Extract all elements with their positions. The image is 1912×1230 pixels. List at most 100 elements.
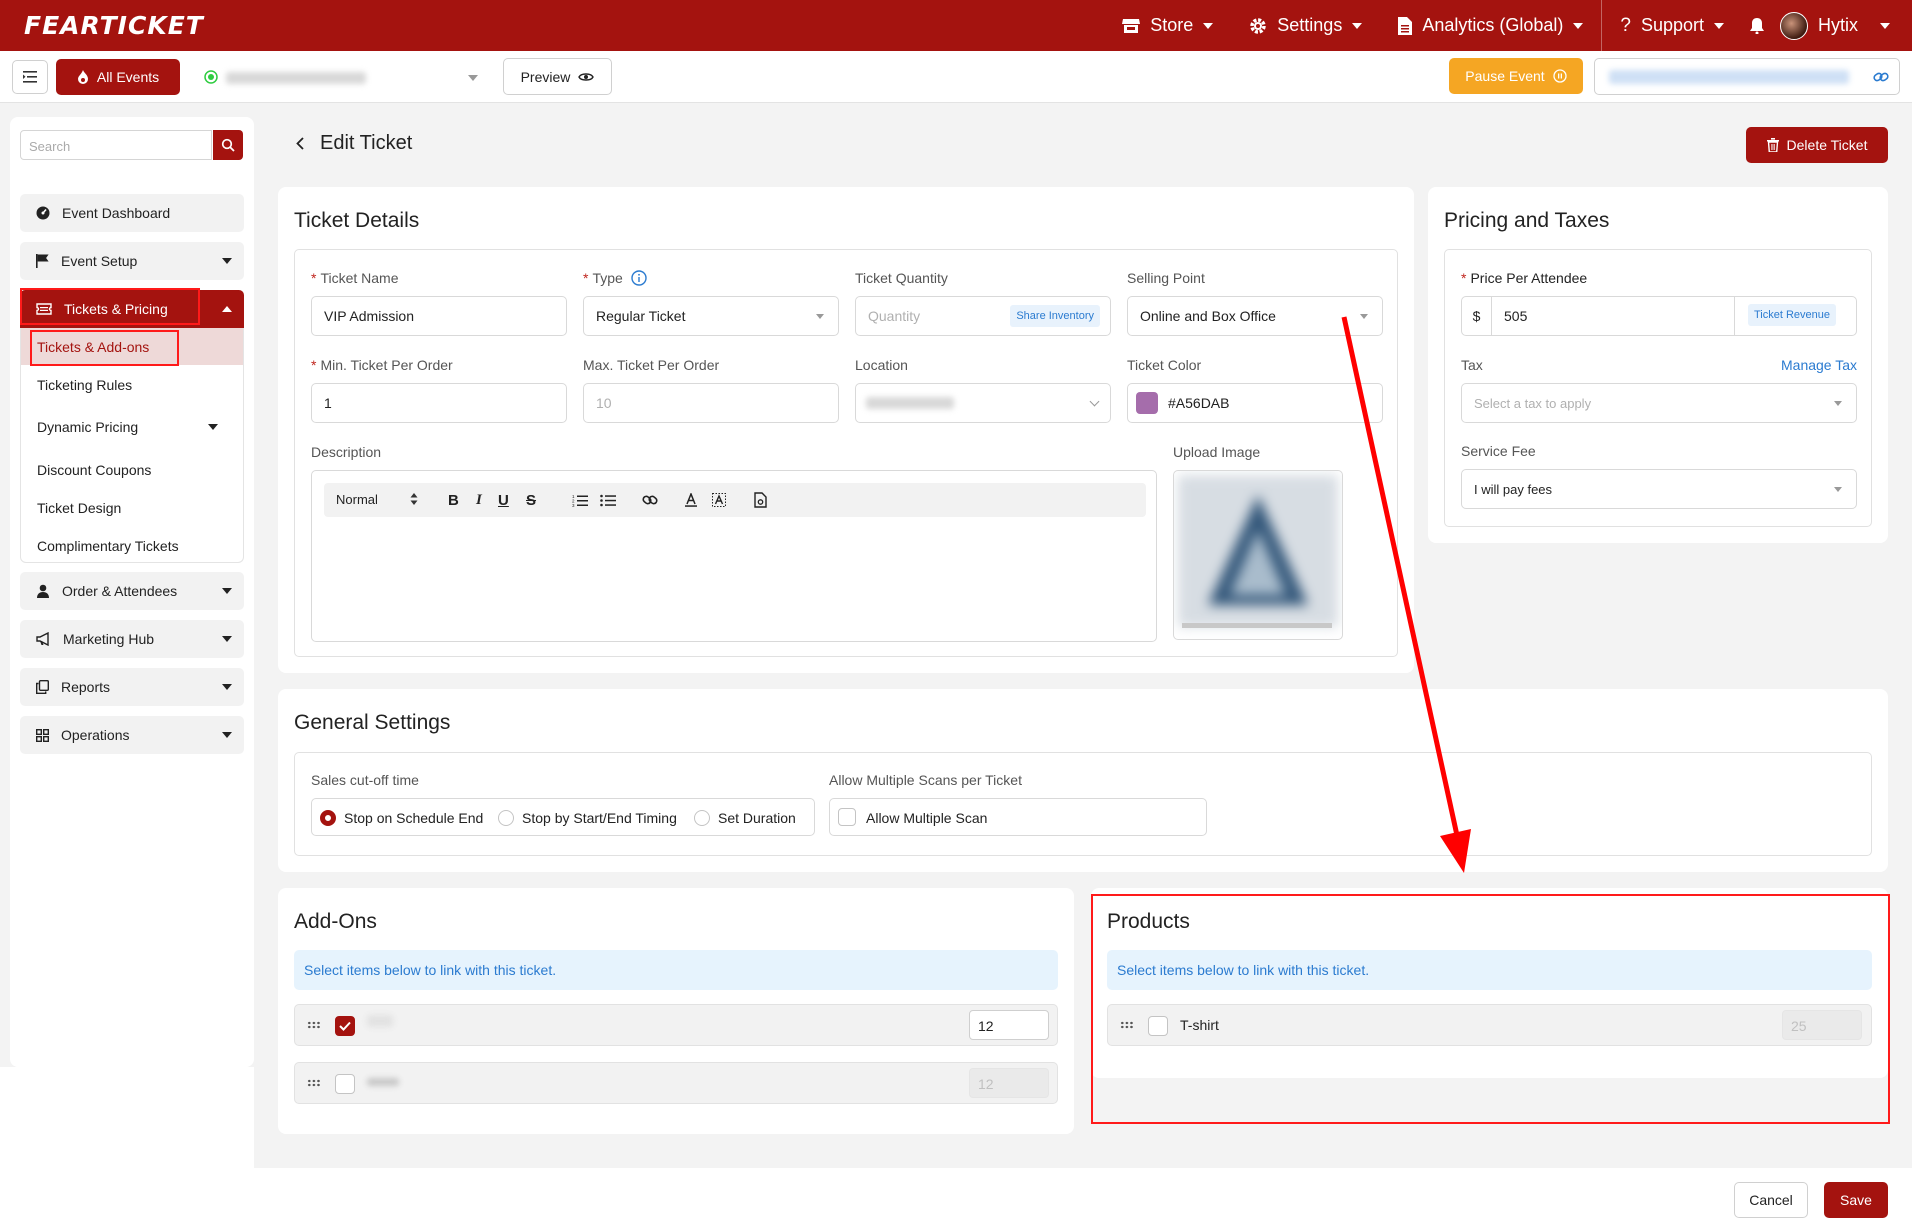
sidebar-subitem-discount-coupons[interactable]: Discount Coupons (37, 462, 151, 478)
store-menu[interactable]: Store (1104, 0, 1231, 51)
link-icon[interactable] (642, 493, 658, 507)
user-menu[interactable]: Hytix (1772, 0, 1912, 51)
all-events-button[interactable]: All Events (56, 59, 180, 95)
max-per-order-input[interactable]: 10 (583, 383, 839, 423)
event-selector[interactable] (204, 60, 482, 94)
flag-icon (36, 254, 49, 268)
addon-name-redacted (367, 1015, 393, 1027)
drag-handle-icon[interactable] (307, 1021, 321, 1029)
support-menu[interactable]: ? Support (1602, 0, 1742, 51)
sidebar-item-label: Reports (61, 679, 111, 695)
underline-icon[interactable]: U (498, 492, 509, 509)
sales-cutoff-radio-group: Stop on Schedule End Stop by Start/End T… (311, 798, 815, 836)
price-input[interactable]: 505 (1504, 308, 1527, 324)
radio-label: Set Duration (718, 810, 796, 826)
italic-icon[interactable]: I (476, 492, 482, 509)
grid-icon (36, 728, 49, 742)
toggle-sidebar-button[interactable] (12, 60, 48, 94)
ticket-icon (36, 303, 52, 315)
sidebar-item-event-setup[interactable]: Event Setup (20, 242, 244, 280)
sales-cutoff-label: Sales cut-off time (311, 772, 419, 788)
addon-checkbox[interactable] (335, 1074, 355, 1094)
addon-quantity-input[interactable]: 12 (969, 1010, 1049, 1040)
event-link-field[interactable] (1594, 58, 1900, 95)
search-icon (221, 138, 235, 152)
radio-set-duration[interactable] (694, 810, 710, 826)
settings-menu[interactable]: Settings (1231, 0, 1380, 51)
chevron-down-icon (1880, 22, 1890, 29)
ordered-list-icon[interactable]: 123 (572, 494, 588, 507)
sidebar-item-reports[interactable]: Reports (20, 668, 244, 706)
ticket-details-panel: * Ticket Name VIP Admission * Type Regular… (294, 249, 1398, 657)
quantity-input[interactable]: Quantity Share Inventory (855, 296, 1111, 336)
multiple-scan-checkbox[interactable] (838, 808, 856, 826)
cancel-button[interactable]: Cancel (1734, 1182, 1808, 1218)
addon-name-redacted (367, 1078, 399, 1086)
drag-handle-icon[interactable] (307, 1079, 321, 1087)
eye-icon (578, 72, 595, 81)
chevron-down-icon (222, 684, 232, 690)
sidebar-item-event-dashboard[interactable]: Event Dashboard (20, 194, 244, 232)
trash-icon (1766, 138, 1779, 152)
radio-label: Stop by Start/End Timing (522, 810, 677, 826)
delete-ticket-button[interactable]: Delete Ticket (1746, 127, 1888, 163)
chevron-down-icon (1573, 22, 1584, 29)
pause-event-button[interactable]: Pause Event (1449, 58, 1583, 94)
sidebar-item-label: Event Dashboard (62, 205, 171, 221)
multiple-scan-toggle[interactable]: Allow Multiple Scan (829, 798, 1207, 836)
back-button[interactable]: Edit Ticket (294, 130, 424, 158)
preview-button[interactable]: Preview (503, 58, 612, 95)
currency-symbol: $ (1462, 297, 1492, 335)
ticket-name-input[interactable]: VIP Admission (311, 296, 567, 336)
color-swatch[interactable] (1136, 392, 1158, 414)
radio-stop-by-start-end[interactable] (498, 810, 514, 826)
tax-select[interactable]: Select a tax to apply (1461, 383, 1857, 423)
min-per-order-label: * Min. Ticket Per Order (311, 357, 453, 373)
sidebar-subitem-dynamic-pricing[interactable]: Dynamic Pricing (21, 408, 243, 444)
location-label: Location (855, 357, 908, 373)
min-per-order-input[interactable]: 1 (311, 383, 567, 423)
bullet-list-icon[interactable] (600, 494, 616, 507)
upload-image-dropzone[interactable] (1173, 470, 1343, 640)
sidebar-item-tickets-pricing[interactable]: Tickets & Pricing (20, 290, 244, 328)
event-url-redacted (1609, 70, 1849, 84)
ticket-color-picker[interactable]: #A56DAB (1127, 383, 1383, 423)
description-editor[interactable]: Normal B I U S 123 (311, 470, 1157, 642)
notifications-button[interactable] (1742, 0, 1772, 51)
addon-quantity-input[interactable]: 12 (969, 1068, 1049, 1098)
sidebar-item-order-attendees[interactable]: Order & Attendees (20, 572, 244, 610)
addon-checkbox[interactable] (335, 1016, 355, 1036)
sidebar-item-operations[interactable]: Operations (20, 716, 244, 754)
bold-icon[interactable]: B (448, 492, 459, 509)
text-color-icon[interactable] (684, 493, 698, 507)
text-format-select[interactable]: Normal (336, 492, 378, 507)
info-icon[interactable] (631, 270, 647, 286)
share-inventory-button[interactable]: Share Inventory (1010, 305, 1100, 327)
strikethrough-icon[interactable]: S (526, 492, 536, 509)
link-icon[interactable] (1873, 70, 1889, 84)
service-fee-select[interactable]: I will pay fees (1461, 469, 1857, 509)
sidebar-subitem-ticketing-rules[interactable]: Ticketing Rules (37, 377, 132, 393)
chevron-down-icon (208, 424, 218, 430)
type-select[interactable]: Regular Ticket (583, 296, 839, 336)
chevron-down-icon (1834, 487, 1842, 492)
editor-toolbar: Normal B I U S 123 (324, 483, 1146, 517)
analytics-menu[interactable]: Analytics (Global) (1380, 0, 1601, 51)
all-events-label: All Events (96, 69, 160, 85)
ticket-details-card: Ticket Details * Ticket Name VIP Admissio… (278, 187, 1414, 673)
sidebar-subitem-complimentary-tickets[interactable]: Complimentary Tickets (37, 538, 179, 554)
sidebar-subitem-ticket-design[interactable]: Ticket Design (37, 500, 121, 516)
brand-logo[interactable]: FEARTICKET (24, 11, 204, 40)
insert-file-icon[interactable] (754, 492, 767, 508)
manage-tax-link[interactable]: Manage Tax (1781, 357, 1857, 373)
save-button[interactable]: Save (1824, 1182, 1888, 1218)
price-input-group: $ 505 Ticket Revenue (1461, 296, 1857, 336)
search-input[interactable]: Search (20, 130, 212, 160)
ticket-revenue-button[interactable]: Ticket Revenue (1748, 304, 1837, 326)
highlight-color-icon[interactable] (712, 493, 726, 507)
radio-stop-on-schedule-end[interactable] (320, 810, 336, 826)
sidebar-item-marketing-hub[interactable]: Marketing Hub (20, 620, 244, 658)
location-select[interactable] (855, 383, 1111, 423)
selling-point-select[interactable]: Online and Box Office (1127, 296, 1383, 336)
search-button[interactable] (213, 130, 243, 160)
